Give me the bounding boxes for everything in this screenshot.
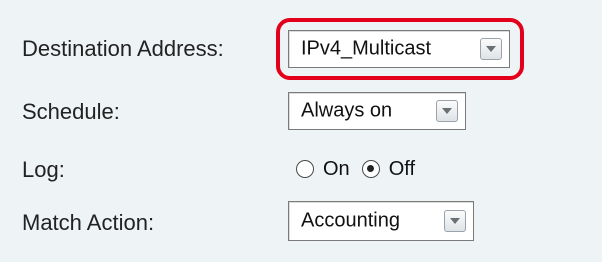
log-option-on[interactable]: On [296,158,350,181]
log-label: Log: [22,157,65,182]
schedule-label: Schedule: [22,99,120,124]
log-option-off[interactable]: Off [361,157,415,181]
log-option-off-label: Off [388,157,415,180]
form-panel: Destination Address: IPv4_Multicast Sche… [0,0,602,268]
panel-bottom-border [0,262,602,268]
match-action-label: Match Action: [22,210,155,235]
log-option-on-label: On [323,157,350,180]
log-radio-group: On Off [296,156,415,182]
destination-address-label: Destination Address: [22,36,224,61]
match-action-value: Accounting [301,209,400,232]
radio-icon[interactable] [296,160,314,178]
highlight-annotation [276,18,524,80]
schedule-value: Always on [301,99,393,122]
chevron-down-icon[interactable] [444,210,466,232]
schedule-select[interactable]: Always on [288,92,466,130]
chevron-down-icon[interactable] [436,100,458,122]
radio-icon[interactable] [361,160,380,178]
match-action-select[interactable]: Accounting [288,201,474,241]
